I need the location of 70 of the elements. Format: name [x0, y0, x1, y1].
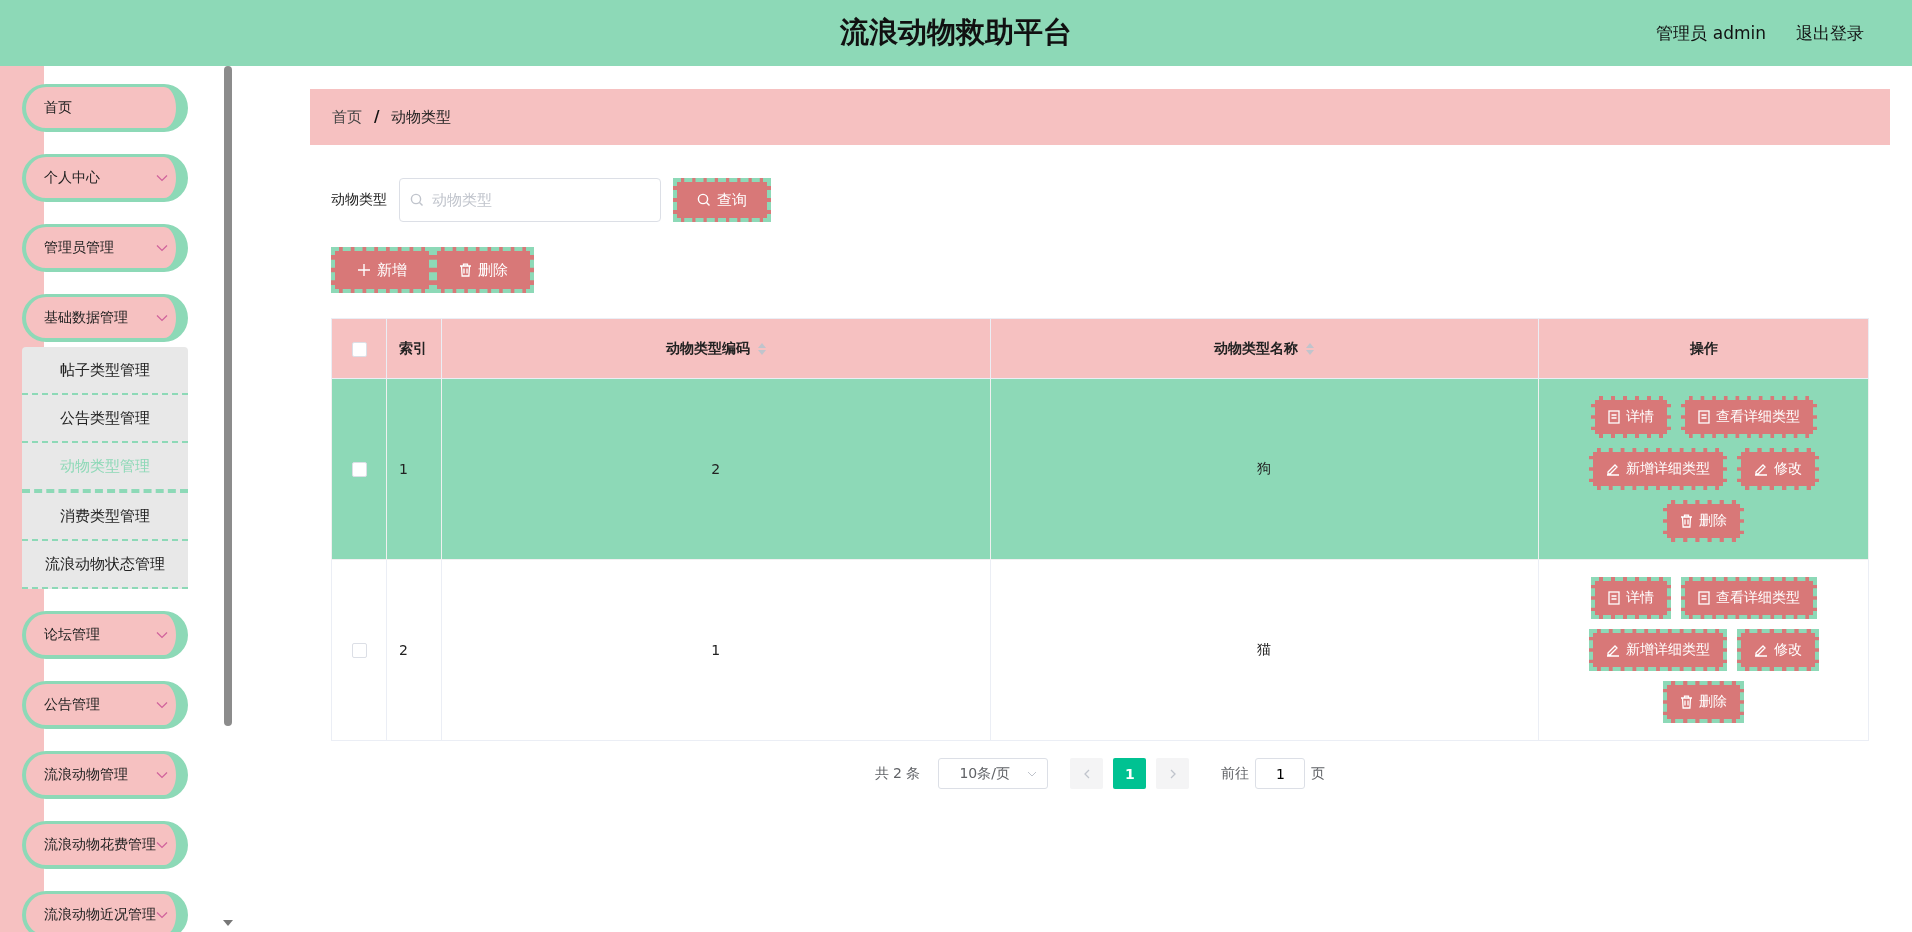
chevron-down-icon: [156, 630, 168, 639]
select-all-checkbox[interactable]: [351, 341, 367, 357]
column-header[interactable]: 动物类型名称: [1214, 339, 1299, 358]
site-title: 流浪动物救助平台: [840, 14, 1072, 51]
table-row[interactable]: 1 2 狗 详情 查看详细类型 新增详细类型 修改 删除: [331, 378, 1869, 560]
pencil-icon: [1605, 643, 1620, 657]
goto-label: 前往: [1221, 764, 1250, 783]
breadcrumb-separator: /: [374, 108, 380, 126]
menu-item[interactable]: 流浪动物花费管理: [22, 821, 188, 869]
submenu-item[interactable]: 公告类型管理: [22, 395, 188, 443]
chevron-down-icon: [156, 770, 168, 779]
trash-icon: [1680, 514, 1693, 528]
row-checkbox[interactable]: [351, 462, 367, 478]
column-header: 索引: [399, 339, 427, 358]
row-checkbox[interactable]: [351, 643, 367, 659]
chevron-down-icon: [1027, 770, 1038, 777]
submenu-item[interactable]: 流浪动物状态管理: [22, 541, 188, 589]
menu-item[interactable]: 首页: [22, 84, 188, 132]
menu-item[interactable]: 流浪动物管理: [22, 751, 188, 799]
chevron-down-icon: [156, 910, 168, 919]
table-cell: 1: [386, 378, 442, 560]
page-suffix: 页: [1311, 764, 1326, 783]
document-icon: [1697, 591, 1710, 605]
goto-page-field[interactable]: 1: [1255, 758, 1306, 789]
menu-item[interactable]: 基础数据管理: [22, 294, 188, 342]
chevron-down-icon: [156, 173, 168, 182]
total-count: 共 2 条: [874, 764, 921, 783]
column-header: 操作: [1689, 339, 1718, 358]
pencil-icon: [1753, 643, 1768, 657]
chevron-left-icon: [1083, 768, 1090, 779]
menu-item[interactable]: 公告管理: [22, 681, 188, 729]
document-icon: [1607, 410, 1620, 424]
next-page-button[interactable]: [1156, 758, 1190, 789]
plus-icon: [357, 263, 371, 277]
pencil-icon: [1605, 462, 1620, 476]
logout-link[interactable]: 退出登录: [1796, 21, 1864, 45]
table-cell: 2: [386, 559, 442, 741]
page-size-select[interactable]: 10条/页: [938, 758, 1049, 789]
search-field[interactable]: 动物类型: [399, 178, 661, 222]
column-header[interactable]: 动物类型编码: [665, 339, 750, 358]
table-cell: 1: [441, 559, 990, 741]
submenu-item[interactable]: 帖子类型管理: [22, 347, 188, 395]
scroll-down-icon[interactable]: [223, 920, 233, 926]
prev-page-button[interactable]: [1070, 758, 1104, 789]
search-icon: [697, 193, 711, 207]
document-icon: [1697, 410, 1710, 424]
chevron-down-icon: [156, 313, 168, 322]
chevron-down-icon: [156, 700, 168, 709]
search-label: 动物类型: [331, 191, 387, 209]
table-cell: 狗: [990, 378, 1539, 560]
admin-label: 管理员 admin: [1656, 21, 1766, 45]
menu-item[interactable]: 管理员管理: [22, 224, 188, 272]
table-cell: 猫: [990, 559, 1539, 741]
search-icon: [410, 193, 424, 207]
chevron-right-icon: [1169, 768, 1176, 779]
table-cell: 2: [441, 378, 990, 560]
trash-icon: [1680, 695, 1693, 709]
menu-item[interactable]: 论坛管理: [22, 611, 188, 659]
scrollbar[interactable]: [224, 66, 232, 726]
submenu-item[interactable]: 消费类型管理: [22, 493, 188, 541]
breadcrumb-item[interactable]: 首页: [332, 107, 362, 127]
trash-icon: [459, 263, 472, 277]
table-row[interactable]: 2 1 猫 详情 查看详细类型 新增详细类型 修改 删除: [331, 559, 1869, 741]
document-icon: [1607, 591, 1620, 605]
pencil-icon: [1753, 462, 1768, 476]
chevron-down-icon: [156, 840, 168, 849]
menu-item[interactable]: 流浪动物近况管理: [22, 891, 188, 932]
breadcrumb-item: 动物类型: [391, 107, 452, 127]
chevron-down-icon: [156, 243, 168, 252]
menu-item[interactable]: 个人中心: [22, 154, 188, 202]
